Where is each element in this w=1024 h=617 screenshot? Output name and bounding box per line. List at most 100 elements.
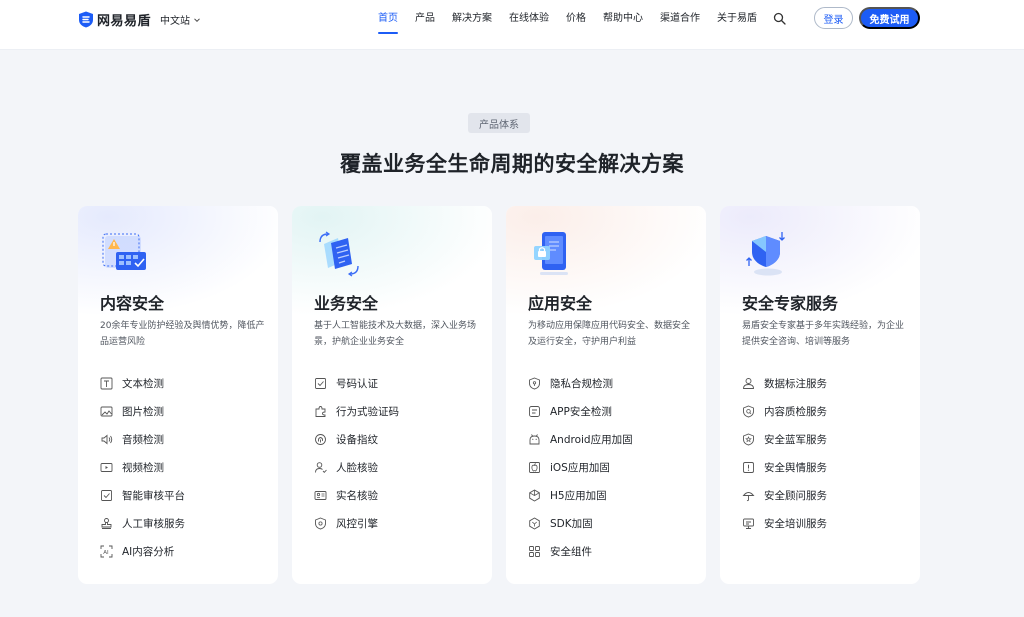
list-item-consulting[interactable]: 安全顾问服务 [742,481,827,509]
fingerprint-icon [315,433,326,445]
list-item-training[interactable]: 安全培训服务 [742,509,827,537]
list-item-device-fingerprint[interactable]: 设备指纹 [314,425,399,453]
list-item-android-hardening[interactable]: Android应用加固 [528,425,633,453]
user-tag-icon [743,377,754,389]
product-card-business-security[interactable]: 业务安全 基于人工智能技术及大数据，深入业务场景，护航企业业务安全 号码认证 行… [292,206,492,584]
puzzle-icon [315,405,326,417]
site-language-select[interactable]: 中文站 [160,12,201,27]
list-item-app-security-check[interactable]: APP安全检测 [528,397,633,425]
umbrella-icon [742,491,755,501]
list-item-label: 安全培训服务 [764,517,827,530]
card-item-list: 号码认证 行为式验证码 设备指纹 人脸核验 实名核验 风控引擎 [314,369,399,537]
list-item-sdk-hardening[interactable]: SDK加固 [528,509,633,537]
stamp-icon [101,517,112,529]
list-item-label: 安全蓝军服务 [764,433,827,446]
app-icon [529,405,540,417]
list-item-privacy-compliance[interactable]: 隐私合规检测 [528,369,633,397]
list-item-manual-review[interactable]: 人工审核服务 [100,509,185,537]
list-item-label: 隐私合规检测 [550,377,613,390]
list-item-label: 内容质检服务 [764,405,827,418]
list-item-audio-detection[interactable]: 音频检测 [100,425,185,453]
list-item-label: 数据标注服务 [764,377,827,390]
card-description: 为移动应用保障应用代码安全、数据安全及运行安全，守护用户利益 [528,321,691,347]
nav-item-products[interactable]: 产品 [415,0,435,38]
card-title: 内容安全 [100,294,165,313]
list-item-label: 号码认证 [336,377,378,390]
app-security-illustration [534,232,568,275]
list-item-video-detection[interactable]: 视频检测 [100,453,185,481]
list-item-label: 行为式验证码 [336,405,399,418]
h5-hexagon-icon [529,488,540,502]
nav-item-solutions[interactable]: 解决方案 [452,0,492,38]
list-item-label: 安全组件 [550,545,592,558]
list-item-smart-review[interactable]: 智能审核平台 [100,481,185,509]
shield-engine-icon [315,517,326,529]
number-check-icon [315,377,326,389]
free-trial-button[interactable]: 免费试用 [859,7,920,29]
list-item-h5-hardening[interactable]: H5应用加固 [528,481,633,509]
card-item-list: 数据标注服务 内容质检服务 安全蓝军服务 安全舆情服务 安全顾问服务 安全培训服… [742,369,827,537]
nav-item-pricing[interactable]: 价格 [566,0,586,38]
check-board-icon [101,489,112,501]
list-item-blue-team[interactable]: 安全蓝军服务 [742,425,827,453]
list-item-label: 安全舆情服务 [764,461,827,474]
list-item-face-verification[interactable]: 人脸核验 [314,453,399,481]
list-item-number-auth[interactable]: 号码认证 [314,369,399,397]
list-item-label: AI内容分析 [122,545,175,558]
search-icon[interactable] [773,12,786,25]
list-item-text-detection[interactable]: 文本检测 [100,369,185,397]
nav-item-online-demo[interactable]: 在线体验 [509,0,549,38]
list-item-risk-engine[interactable]: 风控引擎 [314,509,399,537]
card-title: 业务安全 [314,294,379,313]
list-item-content-qa[interactable]: 内容质检服务 [742,397,827,425]
video-icon [100,462,113,472]
audio-icon [101,434,113,444]
nav-item-partners[interactable]: 渠道合作 [660,0,700,38]
nav-item-about[interactable]: 关于易盾 [717,0,757,38]
list-item-label: 文本检测 [122,377,164,390]
business-security-illustration [319,231,359,277]
list-item-label: 设备指纹 [336,433,378,446]
list-item-label: 图片检测 [122,405,164,418]
brand-name: 网易易盾 [97,13,152,29]
list-item-label: APP安全检测 [550,405,612,418]
login-button[interactable]: 登录 [814,7,853,29]
list-item-ios-hardening[interactable]: iOS应用加固 [528,453,633,481]
product-card-app-security[interactable]: 应用安全 为移动应用保障应用代码安全、数据安全及运行安全，守护用户利益 隐私合规… [506,206,706,584]
list-item-label: 实名核验 [336,489,378,502]
list-item-ai-analysis[interactable]: AI AI内容分析 [100,537,185,565]
list-item-label: 智能审核平台 [122,489,185,502]
list-item-label: 视频检测 [122,461,164,474]
sdk-hexagon-icon [529,516,540,530]
list-item-label: 音频检测 [122,433,164,446]
quality-badge-icon [743,405,754,417]
product-card-expert-service[interactable]: 安全专家服务 易盾安全专家基于多年实践经验，为企业提供安全咨询、培训等服务 数据… [720,206,920,584]
card-description: 易盾安全专家基于多年实践经验，为企业提供安全咨询、培训等服务 [742,321,905,347]
list-item-label: Android应用加固 [550,433,633,446]
brand-logo[interactable]: 网易易盾 [78,10,152,29]
card-item-list: 文本检测 图片检测 音频检测 视频检测 智能审核平台 人工审核服务 AI AI内… [100,369,185,565]
list-item-security-components[interactable]: 安全组件 [528,537,633,565]
card-description: 基于人工智能技术及大数据，深入业务场景，护航企业业务安全 [314,321,477,347]
yidun-logo-icon [79,11,93,27]
list-item-image-detection[interactable]: 图片检测 [100,397,185,425]
list-item-label: SDK加固 [550,517,593,530]
list-item-label: 风控引擎 [336,517,378,530]
content-security-illustration [102,233,146,270]
nav-item-home[interactable]: 首页 [378,0,398,38]
privacy-shield-icon [529,377,540,389]
section-tag: 产品体系 [468,113,530,133]
nav-item-help-center[interactable]: 帮助中心 [603,0,643,38]
list-item-public-opinion[interactable]: 安全舆情服务 [742,453,827,481]
main-nav: 首页 产品 解决方案 在线体验 价格 帮助中心 渠道合作 关于易盾 [378,0,774,38]
star-shield-icon [743,433,754,445]
list-item-data-labeling[interactable]: 数据标注服务 [742,369,827,397]
apple-icon [529,461,540,473]
site-select-label: 中文站 [160,16,190,27]
expert-service-illustration [746,232,785,276]
product-card-content-security[interactable]: 内容安全 20余年专业防护经验及舆情优势，降低产品运营风险 文本检测 图片检测 … [78,206,278,584]
list-item-behavior-captcha[interactable]: 行为式验证码 [314,397,399,425]
android-icon [529,433,540,444]
components-grid-icon [529,545,540,557]
list-item-real-name[interactable]: 实名核验 [314,481,399,509]
